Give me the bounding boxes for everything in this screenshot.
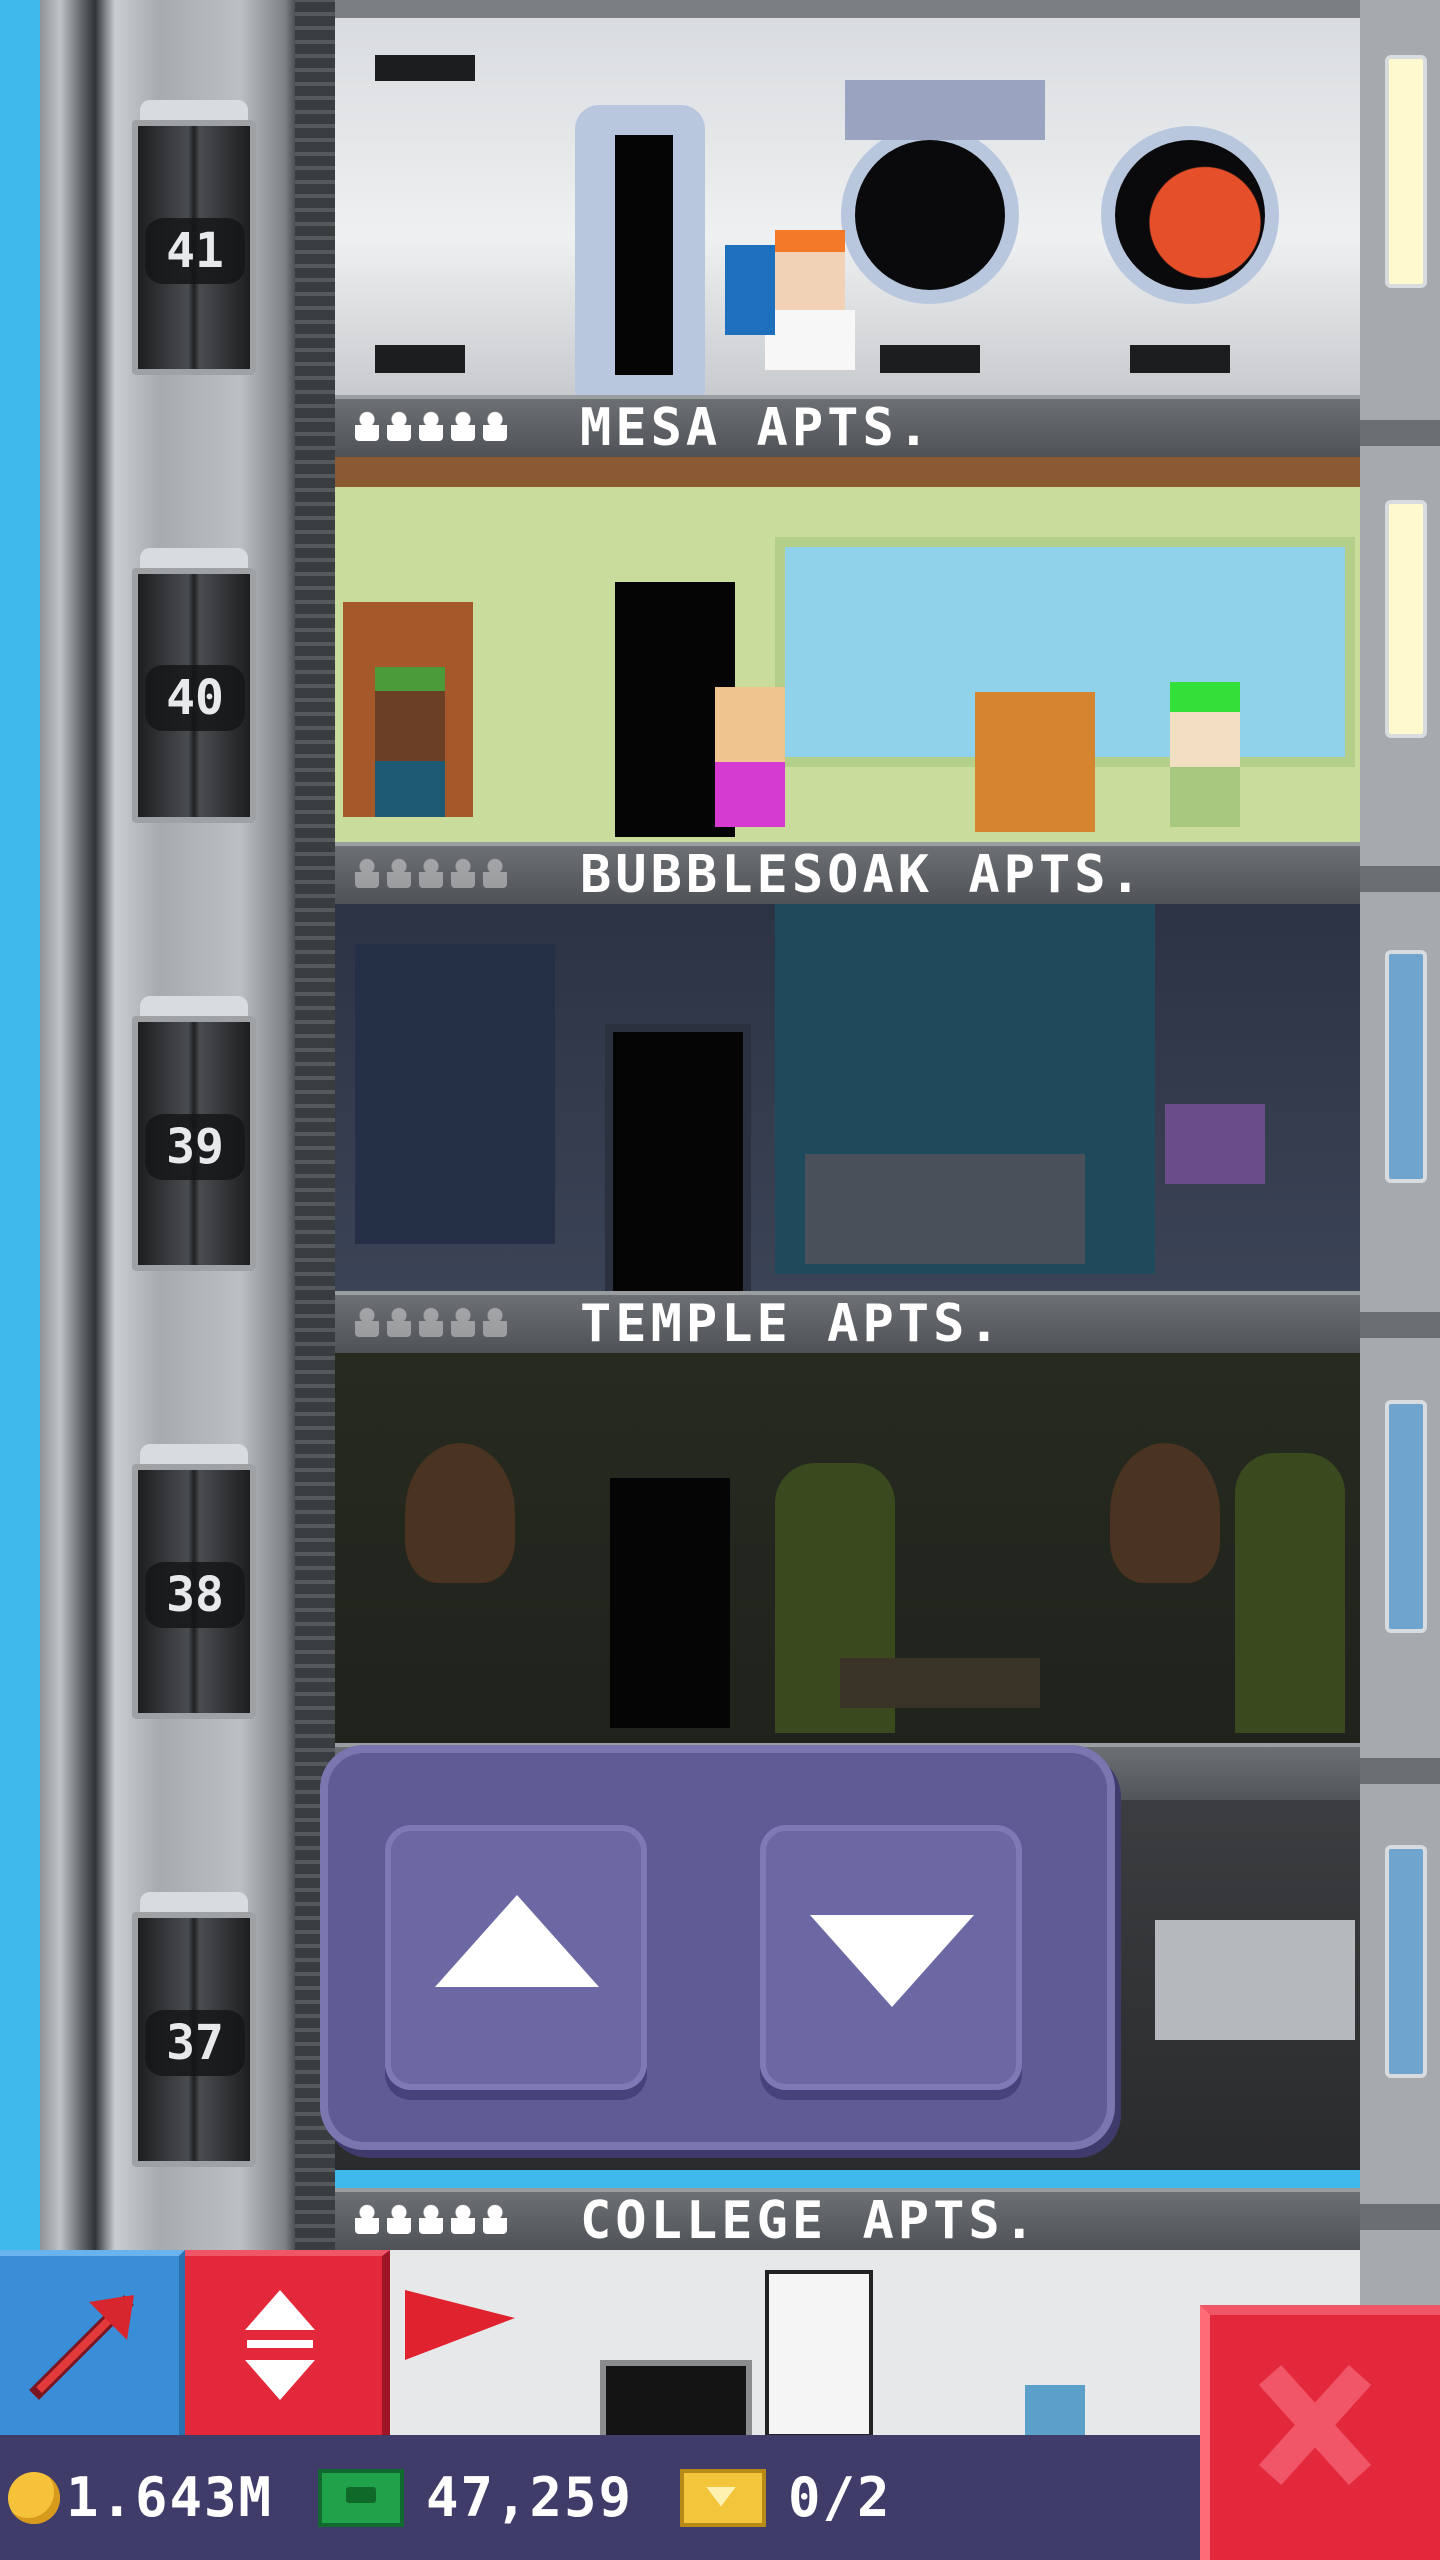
- vent: [375, 345, 465, 373]
- coins-value: 1.643M: [66, 2466, 274, 2529]
- lamp: [1165, 1104, 1265, 1184]
- vip-tickets-value: 0/2: [788, 2466, 892, 2529]
- porthole-space: [855, 140, 1005, 290]
- resident-pink[interactable]: [705, 687, 795, 827]
- tower-outer-wall: [1360, 0, 1440, 2560]
- sky: [0, 0, 40, 2560]
- elevator-rail: [295, 0, 335, 2560]
- poster: [765, 2270, 873, 2435]
- resident-hero[interactable]: [725, 245, 775, 335]
- bed: [355, 944, 555, 1244]
- resident-green-hair[interactable]: [1165, 682, 1245, 832]
- pointer-arrow-icon: [29, 2295, 134, 2400]
- bench: [840, 1658, 1040, 1708]
- floor-name: MESA APTS.: [580, 398, 934, 458]
- elevator-car-cap: [140, 996, 248, 1018]
- floor-apartment-green[interactable]: [335, 457, 1360, 842]
- floor-name: TEMPLE APTS.: [580, 1294, 1004, 1354]
- elevator-car-cap: [140, 548, 248, 570]
- move-tool-button[interactable]: [0, 2250, 185, 2435]
- floor-name: BUBBLESOAK APTS.: [580, 845, 1145, 905]
- floor-number: 41: [145, 218, 245, 284]
- coins-display: 1.643M: [8, 2435, 273, 2560]
- elevator-car-cap: [140, 1892, 248, 1914]
- kitchen-cabinets: [1155, 1920, 1355, 2040]
- floor-apartment-bath[interactable]: [335, 904, 1360, 1291]
- vent: [375, 55, 475, 81]
- scroll-up-button[interactable]: [385, 1825, 647, 2090]
- elevator-shaft[interactable]: [40, 0, 335, 2560]
- window: [1385, 1845, 1427, 2078]
- elevator-car-cap: [140, 100, 248, 122]
- scroll-down-button[interactable]: [760, 1825, 1022, 2090]
- resident-icons: [355, 1307, 507, 1337]
- tower-bux-display: 47,259: [318, 2435, 633, 2560]
- bathtub: [805, 1154, 1085, 1264]
- tower-bux-value: 47,259: [426, 2466, 634, 2529]
- window: [1385, 55, 1427, 288]
- plant: [1235, 1453, 1345, 1733]
- bux-icon: [318, 2468, 404, 2527]
- floor-number: 39: [145, 1114, 245, 1180]
- elevator-updown-icon: [245, 2290, 315, 2400]
- elevator-nav-panel: [320, 1745, 1115, 2150]
- currency-status-bar: 1.643M 47,259 0/2: [0, 2435, 1210, 2560]
- door[interactable]: [615, 135, 673, 375]
- floor-label-bar[interactable]: BUBBLESOAK APTS.: [335, 842, 1360, 904]
- ticket-icon: [680, 2468, 766, 2527]
- tv: [600, 2360, 752, 2435]
- porthole-mars: [1115, 140, 1265, 290]
- game-viewport[interactable]: 41 40 39 38 37 MESA APTS. BUBBLESOAK APT…: [0, 0, 1440, 2560]
- armchair: [975, 692, 1095, 832]
- close-icon: [1258, 2364, 1372, 2486]
- elevator-car-cap: [140, 1444, 248, 1466]
- down-arrow-icon: [810, 1915, 974, 2007]
- window: [1385, 500, 1427, 738]
- floor-label-bar[interactable]: COLLEGE APTS.: [335, 2188, 1360, 2250]
- door[interactable]: [605, 1024, 751, 1291]
- resident-icons: [355, 411, 507, 441]
- floor-apartment-space[interactable]: [335, 0, 1360, 395]
- floor-label-bar[interactable]: TEMPLE APTS.: [335, 1291, 1360, 1353]
- floor-number: 38: [145, 1562, 245, 1628]
- floor-label-bar[interactable]: MESA APTS.: [335, 395, 1360, 457]
- window: [1385, 950, 1427, 1183]
- vent: [880, 345, 980, 373]
- vent: [1130, 345, 1230, 373]
- resident-icons: [355, 2204, 507, 2234]
- floor-apartment-temple[interactable]: [335, 1353, 1360, 1743]
- up-arrow-icon: [435, 1895, 599, 1987]
- floor-number: 37: [145, 2010, 245, 2076]
- control-panel: [845, 80, 1045, 140]
- resident-green-cap[interactable]: [365, 667, 455, 817]
- floor-name: COLLEGE APTS.: [580, 2191, 1039, 2251]
- close-button[interactable]: [1200, 2305, 1440, 2560]
- vip-tickets-display: 0/2: [680, 2435, 892, 2560]
- statue-head: [1110, 1443, 1220, 1583]
- pennant: [405, 2290, 515, 2360]
- statue-head: [405, 1443, 515, 1583]
- elevator-toggle-button[interactable]: [185, 2250, 390, 2435]
- floor-number: 40: [145, 665, 245, 731]
- resident-icons: [355, 858, 507, 888]
- coin-icon: [8, 2471, 60, 2524]
- picture: [1025, 2385, 1085, 2435]
- window: [1385, 1400, 1427, 1633]
- door[interactable]: [610, 1478, 730, 1728]
